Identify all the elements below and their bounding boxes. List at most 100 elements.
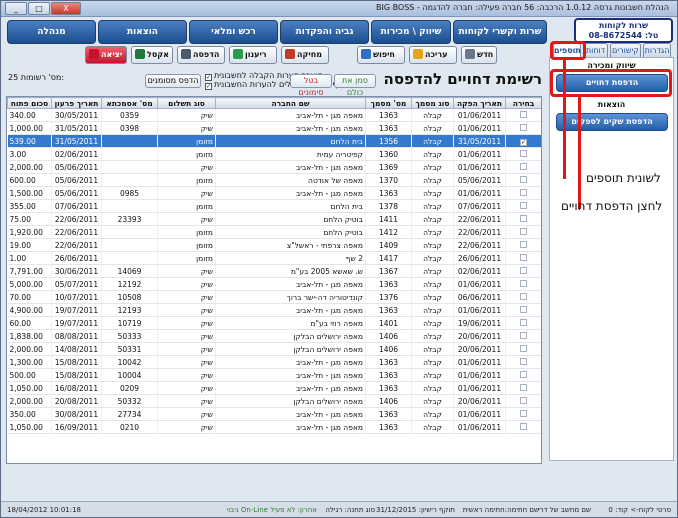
cell-select[interactable] — [505, 303, 541, 317]
col-due-date[interactable]: תאריך פרעון — [51, 97, 102, 109]
table-row[interactable]: 06/06/2011 קבלה 1376 קונדיטוריה דה-ישר ברוך… — [7, 290, 541, 304]
table-row[interactable]: 01/06/2011 קבלה 1363 מאפה מגן - תל-אביב שיק 1… — [7, 368, 541, 382]
minimize-button[interactable]: _ — [5, 2, 27, 15]
row-checkbox[interactable] — [520, 422, 527, 430]
cell-select[interactable]: ✓ — [505, 134, 541, 148]
cell-select[interactable] — [505, 173, 541, 187]
table-row[interactable]: 01/06/2011 קבלה 1363 מאפה מגן - תל-אביב שיק 0… — [7, 121, 541, 135]
table-row[interactable]: 05/06/2011 קבלה 1370 מאפה של אודטה מזומן 05/0… — [7, 173, 541, 187]
cell-select[interactable] — [505, 121, 541, 135]
table-row[interactable]: 22/06/2011 קבלה 1409 מאפה צרפתי - ראשל"צ מזו… — [7, 238, 541, 252]
cell-select[interactable] — [505, 381, 541, 395]
table-row[interactable]: 19/06/2011 קבלה 1401 מאפה רוזי בע"מ שיק 10719… — [7, 316, 541, 330]
row-checkbox[interactable] — [520, 318, 527, 326]
nav-collection-deposits[interactable]: גביה והפקדות — [280, 20, 369, 44]
refresh-button[interactable]: ריענון — [229, 46, 277, 64]
new-button[interactable]: חדש — [461, 46, 497, 64]
table-row[interactable]: 01/06/2011 קבלה 1363 מאפה מגן - תל-אביב שיק 0… — [7, 186, 541, 200]
cell-select[interactable] — [505, 407, 541, 421]
row-checkbox[interactable] — [520, 292, 527, 300]
cell-select[interactable] — [505, 160, 541, 174]
cell-select[interactable] — [505, 251, 541, 265]
nav-purchasing-inventory[interactable]: רכש ומלאי — [189, 20, 278, 44]
excel-button[interactable]: אקסל — [131, 46, 173, 64]
col-doc-type[interactable]: סוג מסמך — [411, 97, 454, 109]
table-row[interactable]: 01/06/2011 קבלה 1363 מאפה מגן - תל-אביב שיק 1… — [7, 277, 541, 291]
checkbox-checked[interactable]: ✓ — [205, 83, 212, 90]
col-reference[interactable]: מס' אסמכתא — [101, 97, 158, 109]
nav-customer-service[interactable]: שרות וקשרי לקוחות — [453, 20, 547, 44]
nav-expenses[interactable]: הוצאות — [98, 20, 187, 44]
print-selected-button[interactable]: הדפס מסומנים — [145, 74, 201, 88]
row-checkbox[interactable] — [520, 331, 527, 339]
clear-marks-button[interactable]: בטל סימונים — [290, 74, 332, 97]
cell-select[interactable] — [505, 355, 541, 369]
row-checkbox[interactable] — [520, 409, 527, 417]
col-company[interactable]: שם החברה — [215, 97, 366, 109]
row-checkbox[interactable] — [520, 383, 527, 391]
cell-select[interactable] — [505, 420, 541, 434]
table-row[interactable]: 01/06/2011 קבלה 1369 מאפה מגן - תל-אביב שיק 0… — [7, 160, 541, 174]
row-checkbox[interactable] — [520, 123, 527, 131]
col-select[interactable]: בחירה — [505, 97, 541, 109]
table-row[interactable]: 22/06/2011 קבלה 1411 בוטיק הלחם שיק 23393 22/0… — [7, 212, 541, 226]
table-row[interactable]: 07/06/2011 קבלה 1378 בית הלחם מזומן 07/06/201… — [7, 199, 541, 213]
cell-select[interactable] — [505, 212, 541, 226]
cell-select[interactable] — [505, 147, 541, 161]
row-checkbox[interactable] — [520, 305, 527, 313]
row-checkbox[interactable] — [520, 357, 527, 365]
row-checkbox[interactable] — [520, 396, 527, 404]
nav-marketing-sales[interactable]: שיווק \ מכירות — [371, 20, 451, 44]
table-row[interactable]: 26/06/2011 קבלה 1417 2 שף מזומן 26/06/2011 1.0… — [7, 251, 541, 265]
print-button[interactable]: הדפסה — [177, 46, 225, 64]
table-row[interactable]: 01/06/2011 קבלה 1363 מאפה מגן - תל-אביב שיק 0… — [7, 108, 541, 122]
cell-select[interactable] — [505, 238, 541, 252]
row-checkbox[interactable] — [520, 279, 527, 287]
table-row[interactable]: 01/06/2011 קבלה 1360 קפיטריה עמית מזומן 02/06… — [7, 147, 541, 161]
cell-select[interactable] — [505, 329, 541, 343]
row-checkbox[interactable] — [520, 188, 527, 196]
table-row[interactable]: 01/06/2011 קבלה 1363 מאפה מגן - תל-אביב שיק 1… — [7, 303, 541, 317]
close-window-button[interactable]: X — [51, 2, 81, 15]
cell-select[interactable] — [505, 394, 541, 408]
cell-select[interactable] — [505, 186, 541, 200]
table-row[interactable]: 20/06/2011 קבלה 1406 מאפה ירושלים הבלקן שיק 5… — [7, 342, 541, 356]
row-checkbox[interactable] — [520, 149, 527, 157]
tab-reports[interactable]: דוחות — [583, 43, 608, 57]
table-row[interactable]: ✓ 31/05/2011 קבלה 1356 בית הלחם מזומן 31/05/20… — [7, 134, 541, 148]
cell-select[interactable] — [505, 264, 541, 278]
nav-administration[interactable]: מנהלה — [7, 20, 96, 44]
row-checkbox[interactable] — [520, 344, 527, 352]
cell-select[interactable] — [505, 225, 541, 239]
table-row[interactable]: 20/06/2011 קבלה 1406 מאפה ירושלים הבלקן שיק 5… — [7, 329, 541, 343]
tab-settings[interactable]: הגדרות — [643, 43, 671, 57]
table-row[interactable]: 01/06/2011 קבלה 1363 מאפה מגן - תל-אביב שיק 1… — [7, 355, 541, 369]
exit-button[interactable]: יציאה — [85, 46, 127, 64]
row-checkbox[interactable] — [520, 370, 527, 378]
tab-links[interactable]: קישורים — [610, 43, 641, 57]
col-doc-number[interactable]: מס' מסמך — [365, 97, 412, 109]
row-checkbox[interactable] — [520, 162, 527, 170]
delete-button[interactable]: מחיקה — [281, 46, 329, 64]
table-row[interactable]: 01/06/2011 קבלה 1363 מאפה מגן - תל-אביב שיק 2… — [7, 407, 541, 421]
row-checkbox[interactable]: ✓ — [520, 138, 527, 146]
cell-select[interactable] — [505, 368, 541, 382]
row-checkbox[interactable] — [520, 266, 527, 274]
cell-select[interactable] — [505, 342, 541, 356]
row-checkbox[interactable] — [520, 253, 527, 261]
cell-select[interactable] — [505, 316, 541, 330]
cell-select[interactable] — [505, 199, 541, 213]
col-issue-date[interactable]: תאריך הפקה — [453, 97, 506, 109]
table-row[interactable]: 02/06/2011 קבלה 1367 ש. שאשא 2005 בע"מ שיק 14… — [7, 264, 541, 278]
table-row[interactable]: 01/06/2011 קבלה 1363 מאפה מגן - תל-אביב שיק 0… — [7, 420, 541, 434]
search-button[interactable]: חיפוש — [357, 46, 405, 64]
row-checkbox[interactable] — [520, 240, 527, 248]
col-open-amount[interactable]: סכום פתוח — [7, 97, 52, 109]
maximize-button[interactable]: □ — [28, 2, 50, 15]
table-row[interactable]: 20/06/2011 קבלה 1406 מאפה ירושלים הבלקן שיק 5… — [7, 394, 541, 408]
row-checkbox[interactable] — [520, 175, 527, 183]
row-checkbox[interactable] — [520, 201, 527, 209]
cell-select[interactable] — [505, 290, 541, 304]
mark-all-button[interactable]: סמן את כולם — [334, 74, 376, 97]
print-supplier-checks-button[interactable]: הדפסת שקים לספקים — [556, 113, 668, 131]
